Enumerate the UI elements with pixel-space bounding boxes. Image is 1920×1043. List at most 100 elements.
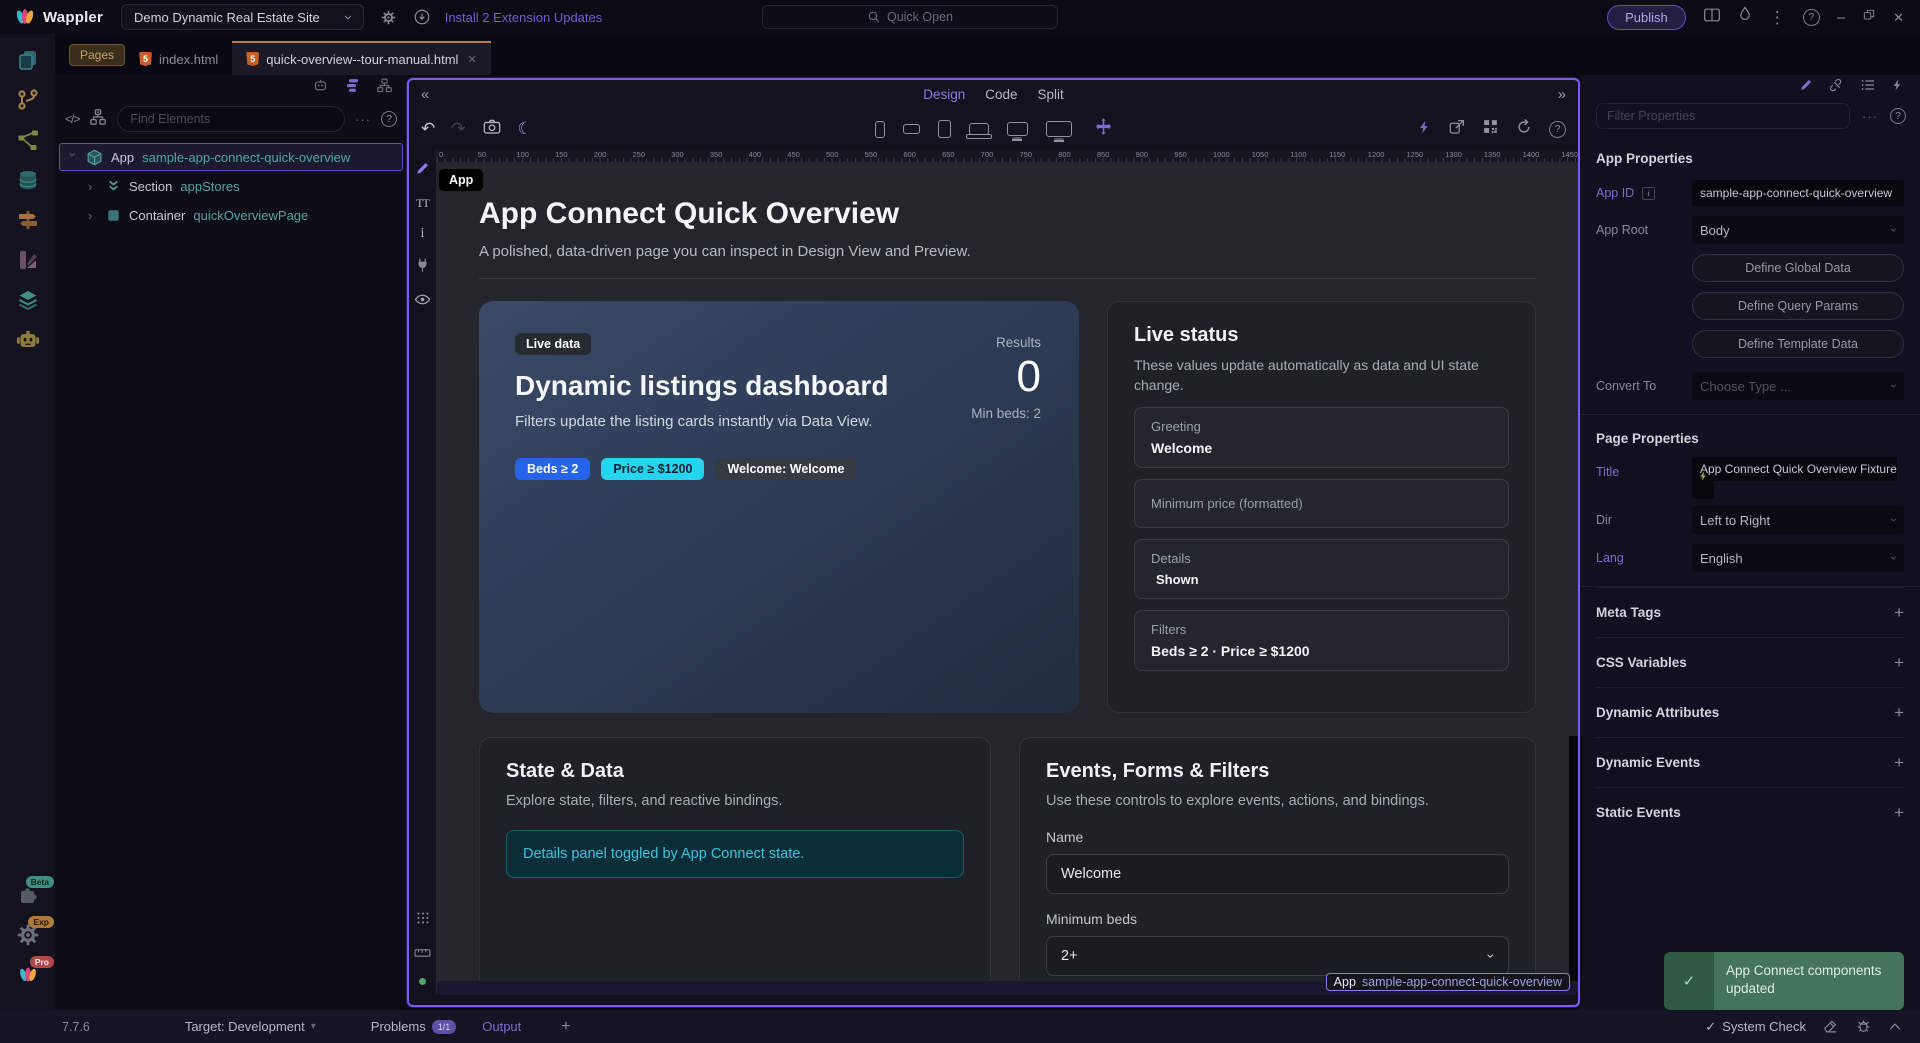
- device-laptop-icon[interactable]: [969, 123, 989, 135]
- dynamic-bolt-icon[interactable]: [1698, 469, 1709, 483]
- experimental-settings-icon[interactable]: Exp: [14, 921, 41, 948]
- target-selector[interactable]: Target: Development ▾: [185, 1019, 316, 1034]
- add-icon[interactable]: +: [1894, 653, 1904, 673]
- info-icon[interactable]: i: [1642, 187, 1655, 200]
- help-icon[interactable]: ?: [1549, 121, 1566, 138]
- info-icon[interactable]: i: [421, 226, 425, 242]
- device-phone-icon[interactable]: [875, 121, 885, 138]
- structure-icon[interactable]: [89, 108, 107, 131]
- device-tablet-icon[interactable]: [938, 120, 951, 138]
- status-item-greeting[interactable]: Greeting Welcome: [1134, 407, 1509, 468]
- tree-item-section[interactable]: › Section appStores: [59, 172, 403, 200]
- more-options-icon[interactable]: ···: [1862, 109, 1878, 124]
- section-css-variables[interactable]: CSS Variables +: [1596, 637, 1904, 687]
- bug-icon[interactable]: [1855, 1017, 1872, 1037]
- tab-quick-overview[interactable]: 5 quick-overview--tour-manual.html ✕: [232, 41, 490, 75]
- problems-button[interactable]: Problems 1/1: [371, 1019, 456, 1034]
- section-meta-tags[interactable]: Meta Tags +: [1596, 587, 1904, 637]
- grid-icon[interactable]: [416, 911, 430, 930]
- app-root-select[interactable]: Body ›: [1692, 216, 1904, 244]
- chevron-down-icon[interactable]: ›: [66, 152, 81, 162]
- wappler-pro-icon[interactable]: Pro: [14, 961, 41, 988]
- selected-element-badge[interactable]: App sample-app-connect-quick-overview: [1326, 973, 1570, 991]
- assistant-icon[interactable]: [312, 77, 329, 99]
- split-panel-icon[interactable]: [1703, 7, 1721, 28]
- tree-item-container[interactable]: › Container quickOverviewPage: [59, 201, 403, 229]
- tab-design[interactable]: Design: [923, 87, 965, 102]
- device-phone-landscape-icon[interactable]: [903, 124, 920, 134]
- help-icon[interactable]: ?: [1803, 9, 1820, 26]
- kebab-menu-icon[interactable]: ⋮: [1769, 9, 1786, 26]
- ruler-icon[interactable]: [414, 945, 431, 963]
- outline-view-icon[interactable]: [344, 77, 361, 99]
- restore-window-icon[interactable]: [1862, 8, 1876, 27]
- project-selector[interactable]: Demo Dynamic Real Estate Site ›: [121, 4, 364, 30]
- define-query-params-button[interactable]: Define Query Params: [1692, 292, 1904, 320]
- edit-pencil-icon[interactable]: [1799, 77, 1814, 97]
- more-options-icon[interactable]: ···: [355, 112, 371, 127]
- tree-item-app[interactable]: › App sample-app-connect-quick-overview: [59, 143, 403, 171]
- chip-welcome[interactable]: Welcome: Welcome: [715, 458, 856, 480]
- collapse-left-icon[interactable]: «: [421, 86, 429, 103]
- refresh-icon[interactable]: [1515, 118, 1533, 141]
- chevron-right-icon[interactable]: ›: [88, 208, 98, 223]
- system-check-button[interactable]: ✓ System Check: [1705, 1019, 1806, 1035]
- app-id-input[interactable]: [1692, 180, 1904, 206]
- qr-code-icon[interactable]: [1482, 118, 1499, 140]
- unlink-icon[interactable]: [1829, 77, 1845, 98]
- tree-view-icon[interactable]: [376, 77, 393, 99]
- find-elements-input[interactable]: [117, 106, 345, 132]
- open-in-browser-icon[interactable]: [1448, 118, 1466, 141]
- code-view-icon[interactable]: </>: [65, 112, 79, 126]
- convert-to-select[interactable]: Choose Type ... ›: [1692, 372, 1904, 400]
- routes-panel-icon[interactable]: [14, 206, 41, 233]
- minimize-icon[interactable]: –: [1837, 10, 1845, 25]
- device-large-desktop-icon[interactable]: [1046, 121, 1072, 137]
- list-icon[interactable]: [1860, 77, 1876, 98]
- collapse-right-icon[interactable]: »: [1558, 86, 1566, 103]
- database-panel-icon[interactable]: [14, 166, 41, 193]
- plug-icon[interactable]: [415, 257, 430, 278]
- filter-properties-input[interactable]: [1596, 103, 1850, 129]
- quick-open-search[interactable]: Quick Open: [762, 5, 1058, 29]
- add-icon[interactable]: +: [1894, 603, 1904, 623]
- install-updates-icon[interactable]: [413, 8, 431, 26]
- design-panel-icon[interactable]: [14, 246, 41, 273]
- add-icon[interactable]: +: [1894, 753, 1904, 773]
- chip-price[interactable]: Price ≥ $1200: [601, 458, 704, 480]
- canvas-scrollbar-thumb[interactable]: [1569, 736, 1578, 981]
- publish-button[interactable]: Publish: [1607, 5, 1686, 30]
- add-icon[interactable]: +: [1894, 803, 1904, 823]
- hero-card[interactable]: Live data Dynamic listings dashboard Fil…: [479, 301, 1079, 713]
- state-data-card[interactable]: State & Data Explore state, filters, and…: [479, 737, 991, 981]
- eye-icon[interactable]: [414, 293, 431, 311]
- chevron-up-icon[interactable]: [1888, 1019, 1902, 1034]
- live-status-card[interactable]: Live status These values update automati…: [1107, 301, 1536, 713]
- define-global-data-button[interactable]: Define Global Data: [1692, 254, 1904, 282]
- edit-pencil-icon[interactable]: [415, 160, 431, 181]
- extension-updates-link[interactable]: Install 2 Extension Updates: [445, 10, 603, 25]
- status-item-details[interactable]: Details Shown: [1134, 539, 1509, 599]
- pages-badge[interactable]: Pages: [69, 44, 125, 66]
- add-panel-icon[interactable]: +: [561, 1018, 570, 1036]
- theme-drop-icon[interactable]: [1738, 6, 1752, 28]
- output-button[interactable]: Output: [482, 1019, 521, 1034]
- events-forms-card[interactable]: Events, Forms & Filters Use these contro…: [1019, 737, 1536, 981]
- dynamic-data-bolt-icon[interactable]: [1417, 118, 1432, 141]
- add-icon[interactable]: +: [1894, 703, 1904, 723]
- eraser-icon[interactable]: [1822, 1017, 1839, 1037]
- settings-gear-icon[interactable]: [380, 9, 397, 26]
- page-title-input[interactable]: App Connect Quick Overview Fixture: [1692, 457, 1897, 499]
- chip-beds[interactable]: Beds ≥ 2: [515, 458, 590, 480]
- pages-panel-icon[interactable]: [14, 46, 41, 73]
- section-static-events[interactable]: Static Events +: [1596, 787, 1904, 837]
- tab-index-html[interactable]: 5 index.html: [125, 43, 232, 75]
- define-template-data-button[interactable]: Define Template Data: [1692, 330, 1904, 358]
- chevron-right-icon[interactable]: ›: [88, 179, 98, 194]
- fluid-resize-icon[interactable]: [1094, 117, 1113, 141]
- name-input[interactable]: [1046, 854, 1509, 894]
- dir-select[interactable]: Left to Right ›: [1692, 506, 1904, 534]
- layers-panel-icon[interactable]: [14, 286, 41, 313]
- help-icon[interactable]: ?: [381, 111, 397, 127]
- device-desktop-icon[interactable]: [1007, 122, 1028, 136]
